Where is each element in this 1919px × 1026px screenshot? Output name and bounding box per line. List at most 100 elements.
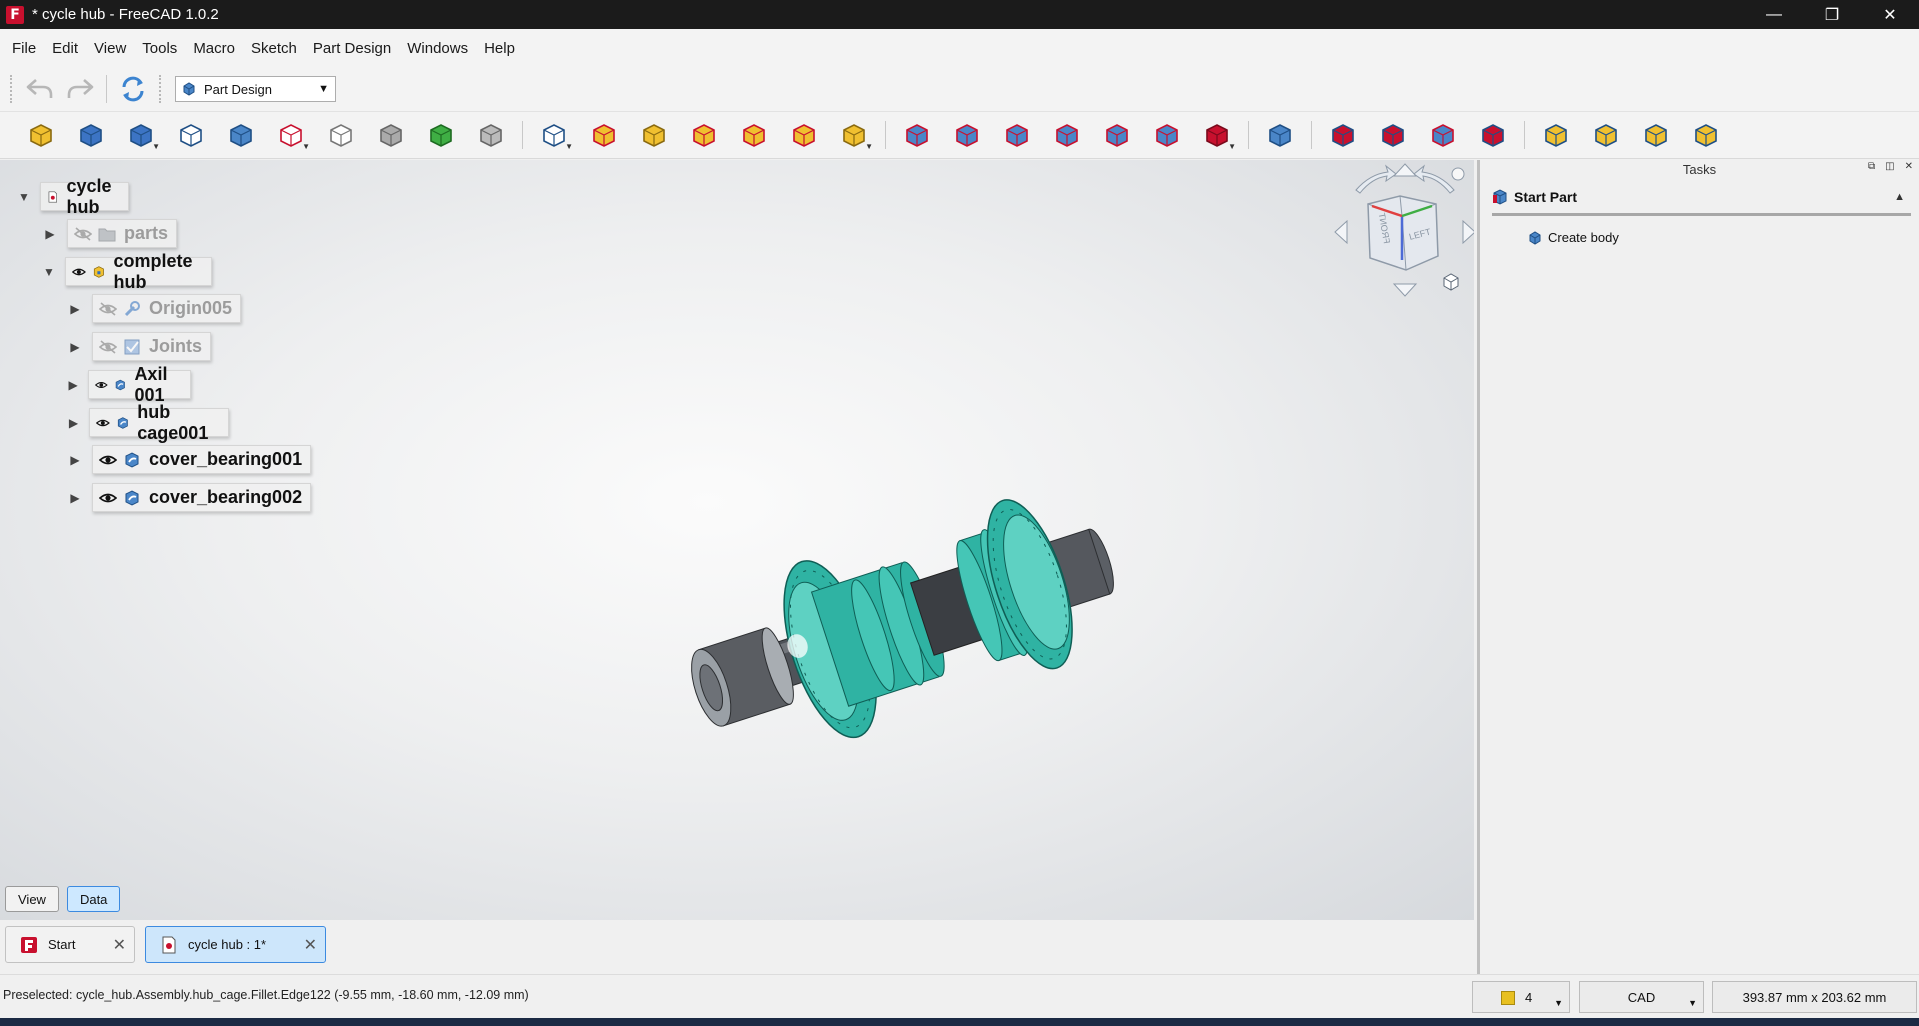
expand-arrow-right-icon[interactable]: ▶ (68, 491, 82, 505)
sketch-button[interactable]: ▼ (266, 115, 316, 155)
group-button[interactable] (66, 115, 116, 155)
chevron-down-icon[interactable]: ▼ (152, 142, 160, 151)
multi-transform-button[interactable] (1681, 115, 1731, 155)
datum-plane-button[interactable]: ▼ (529, 115, 579, 155)
panel-detach-icon[interactable]: ⧉ (1868, 161, 1875, 172)
tree-item[interactable]: ▶ Axil 001 (68, 364, 192, 405)
menu-file[interactable]: File (4, 40, 44, 57)
create-body-action[interactable]: Create body (1528, 230, 1919, 245)
part-button[interactable] (16, 115, 66, 155)
tree-item[interactable]: ▶ Joints (68, 331, 212, 362)
tree-item[interactable]: ▶ cover_bearing002 (68, 482, 312, 513)
tab-data[interactable]: Data (66, 886, 121, 912)
close-button[interactable]: ✕ (1861, 0, 1919, 29)
eye-icon[interactable] (71, 265, 86, 279)
eye-off-icon[interactable] (99, 301, 117, 316)
tab-start[interactable]: Start ✕ (5, 926, 135, 963)
tree-item[interactable]: ▶ parts (43, 218, 178, 249)
view-up-icon[interactable] (1392, 163, 1418, 177)
pocket-button[interactable] (892, 115, 942, 155)
rotate-right-icon[interactable] (1413, 164, 1455, 194)
menu-view[interactable]: View (86, 40, 134, 57)
rotate-left-icon[interactable] (1355, 164, 1397, 194)
navigation-style-selector[interactable]: CAD ▼ (1579, 981, 1704, 1013)
revolution-button[interactable] (629, 115, 679, 155)
chamfer-button[interactable] (1368, 115, 1418, 155)
view-iso-icon[interactable] (1443, 273, 1459, 291)
subshape-binder-button[interactable] (416, 115, 466, 155)
subtractive-primitive-button[interactable]: ▼ (1192, 115, 1242, 155)
subtractive-loft-button[interactable] (1042, 115, 1092, 155)
navigation-cube[interactable]: FRONT LEFT (1330, 160, 1474, 300)
undo-button[interactable] (20, 71, 60, 107)
polar-pattern-button[interactable] (1631, 115, 1681, 155)
close-icon[interactable]: ✕ (113, 935, 126, 955)
eye-off-icon[interactable] (74, 226, 92, 241)
menu-macro[interactable]: Macro (185, 40, 243, 57)
toolbar-grip[interactable] (10, 75, 14, 103)
expand-arrow-right-icon[interactable]: ▶ (68, 302, 82, 316)
additive-loft-button[interactable] (679, 115, 729, 155)
tree-item-pill[interactable]: cover_bearing002 (92, 483, 312, 512)
cube-body[interactable]: FRONT LEFT (1367, 195, 1439, 271)
eye-icon[interactable] (95, 378, 108, 392)
variable-set-button[interactable] (166, 115, 216, 155)
minimize-button[interactable]: — (1745, 0, 1803, 29)
linear-pattern-button[interactable] (1581, 115, 1631, 155)
chevron-down-icon[interactable]: ▼ (865, 142, 873, 151)
additive-pipe-button[interactable] (729, 115, 779, 155)
clone-button[interactable] (466, 115, 516, 155)
tree-item-pill[interactable]: Joints (92, 332, 212, 361)
pad-button[interactable] (579, 115, 629, 155)
menu-sketch[interactable]: Sketch (243, 40, 305, 57)
validate-sketch-button[interactable] (316, 115, 366, 155)
expand-arrow-down-icon[interactable]: ▼ (43, 265, 55, 279)
tree-item-pill[interactable]: complete hub (64, 251, 213, 292)
eye-icon[interactable] (99, 453, 117, 467)
hub-model[interactable] (690, 450, 1130, 790)
view-right-icon[interactable] (1462, 219, 1474, 245)
tree-item[interactable]: ▶ hub cage001 (68, 402, 230, 443)
draft-button[interactable] (1418, 115, 1468, 155)
panel-close-icon[interactable]: ✕ (1905, 161, 1913, 172)
menu-part-design[interactable]: Part Design (305, 40, 399, 57)
tree-item[interactable]: ▼ cycle hub (18, 176, 130, 217)
close-icon[interactable]: ✕ (304, 935, 317, 955)
notifications-area[interactable]: 4 ▼ (1472, 981, 1570, 1013)
tab-cycle-hub[interactable]: cycle hub : 1* ✕ (145, 926, 326, 963)
fillet-button[interactable] (1318, 115, 1368, 155)
menu-help[interactable]: Help (476, 40, 523, 57)
tree-item-pill[interactable]: cover_bearing001 (92, 445, 312, 474)
thickness-button[interactable] (1468, 115, 1518, 155)
tree-item-pill[interactable]: parts (67, 219, 178, 248)
expand-arrow-right-icon[interactable]: ▶ (68, 340, 82, 354)
tree-item-pill[interactable]: hub cage001 (88, 402, 230, 443)
subtractive-pipe-button[interactable] (1092, 115, 1142, 155)
restore-button[interactable]: ❐ (1803, 0, 1861, 29)
body-button[interactable] (216, 115, 266, 155)
mirrored-button[interactable] (1531, 115, 1581, 155)
tree-item[interactable]: ▶ cover_bearing001 (68, 444, 312, 475)
link-button[interactable]: ▼ (116, 115, 166, 155)
chevron-down-icon[interactable]: ▼ (1228, 142, 1236, 151)
expand-arrow-down-icon[interactable]: ▼ (18, 190, 30, 204)
subtractive-helix-button[interactable] (1142, 115, 1192, 155)
chevron-down-icon[interactable]: ▼ (302, 142, 310, 151)
menu-tools[interactable]: Tools (134, 40, 185, 57)
tree-item-pill[interactable]: cycle hub (39, 176, 130, 217)
expand-arrow-right-icon[interactable]: ▶ (43, 227, 57, 241)
tree-item[interactable]: ▶ Origin005 (68, 293, 242, 324)
expand-arrow-right-icon[interactable]: ▶ (68, 378, 78, 392)
menu-edit[interactable]: Edit (44, 40, 86, 57)
hole-button[interactable] (942, 115, 992, 155)
eye-icon[interactable] (99, 491, 117, 505)
eye-icon[interactable] (95, 416, 110, 430)
redo-button[interactable] (60, 71, 100, 107)
eye-off-icon[interactable] (99, 339, 117, 354)
boolean-button[interactable] (1255, 115, 1305, 155)
view-left-icon[interactable] (1334, 219, 1348, 245)
menu-windows[interactable]: Windows (399, 40, 476, 57)
view-down-icon[interactable] (1392, 283, 1418, 297)
tree-item[interactable]: ▼ complete hub (43, 251, 213, 292)
expand-arrow-right-icon[interactable]: ▶ (68, 416, 79, 430)
